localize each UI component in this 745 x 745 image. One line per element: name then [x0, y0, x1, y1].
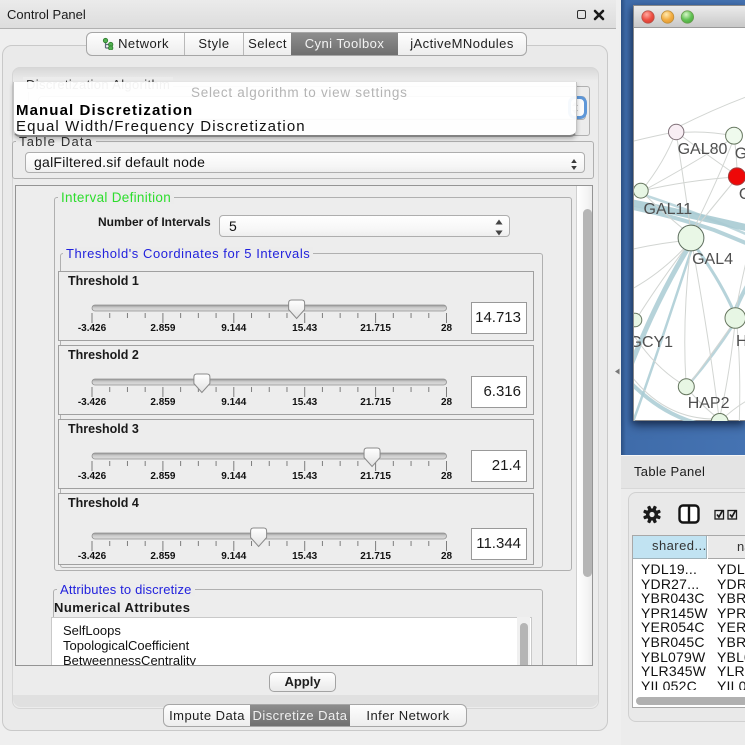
- svg-text:2.859: 2.859: [150, 323, 175, 334]
- svg-text:-3.426: -3.426: [78, 323, 107, 334]
- svg-text:28: 28: [441, 471, 453, 482]
- svg-text:21.715: 21.715: [360, 323, 391, 334]
- svg-text:9.144: 9.144: [221, 471, 246, 482]
- svg-text:21.715: 21.715: [360, 471, 391, 482]
- svg-text:28: 28: [441, 551, 453, 562]
- svg-text:GAL4: GAL4: [692, 251, 733, 268]
- svg-text:9.144: 9.144: [221, 323, 246, 334]
- svg-text:21.715: 21.715: [360, 551, 391, 562]
- svg-text:2.859: 2.859: [150, 471, 175, 482]
- svg-text:GAL80: GAL80: [678, 141, 728, 158]
- svg-text:C: C: [739, 186, 745, 203]
- svg-text:21.715: 21.715: [360, 397, 391, 408]
- svg-text:-3.426: -3.426: [78, 471, 107, 482]
- svg-text:2.859: 2.859: [150, 551, 175, 562]
- svg-text:GAL11: GAL11: [644, 201, 693, 218]
- svg-text:H: H: [736, 333, 745, 350]
- svg-text:28: 28: [441, 323, 453, 334]
- svg-text:GA: GA: [735, 146, 745, 163]
- svg-text:15.43: 15.43: [292, 397, 317, 408]
- svg-text:GCY1: GCY1: [634, 334, 673, 351]
- svg-text:28: 28: [441, 397, 453, 408]
- svg-text:15.43: 15.43: [292, 323, 317, 334]
- svg-text:2.859: 2.859: [150, 397, 175, 408]
- svg-text:-3.426: -3.426: [78, 397, 107, 408]
- svg-text:HAP2: HAP2: [688, 395, 730, 412]
- svg-text:-3.426: -3.426: [78, 551, 107, 562]
- svg-text:9.144: 9.144: [221, 397, 246, 408]
- svg-text:15.43: 15.43: [292, 471, 317, 482]
- svg-text:15.43: 15.43: [292, 551, 317, 562]
- svg-text:9.144: 9.144: [221, 551, 246, 562]
